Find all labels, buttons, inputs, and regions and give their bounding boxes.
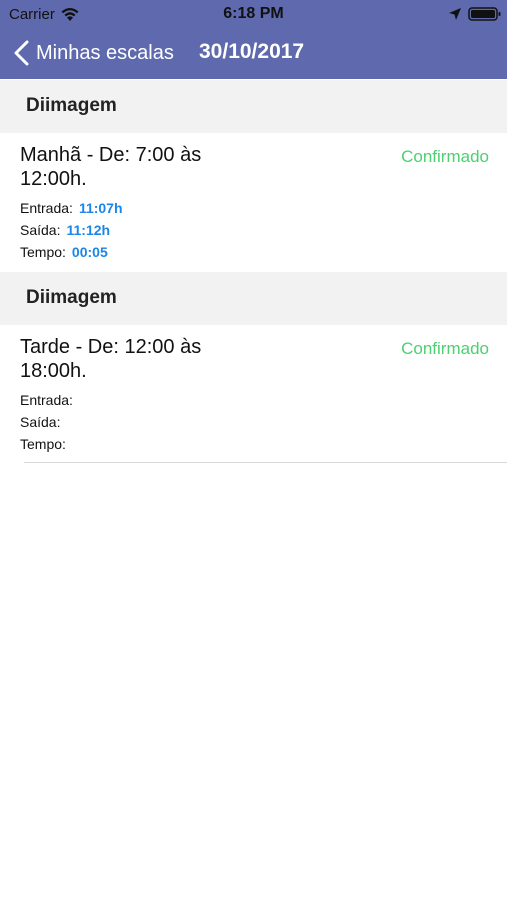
- chevron-left-icon[interactable]: [12, 40, 32, 66]
- saida-label: Saída:: [20, 222, 61, 238]
- status-bar: Carrier 6:18 PM: [0, 0, 507, 28]
- status-badge: Confirmado: [401, 339, 489, 358]
- saida-row: Saída:: [20, 414, 66, 430]
- section-header: Diimagem: [0, 80, 507, 133]
- shift-list-item[interactable]: Tarde - De: 12:00 às 18:00h. Confirmado …: [0, 325, 507, 462]
- back-label[interactable]: Minhas escalas: [36, 42, 174, 65]
- navigation-bar: Minhas escalas 30/10/2017: [0, 28, 507, 79]
- tempo-label: Tempo:: [20, 436, 66, 452]
- entrada-label: Entrada:: [20, 392, 73, 408]
- back-button[interactable]: Minhas escalas: [12, 38, 174, 68]
- saida-row: Saída: 11:12h: [20, 222, 110, 238]
- location-arrow-icon: [449, 8, 461, 20]
- entrada-row: Entrada: 11:07h: [20, 200, 123, 216]
- tempo-value: 00:05: [71, 244, 108, 260]
- shift-title: Manhã - De: 7:00 às 12:00h.: [20, 144, 202, 190]
- top-bar: Carrier 6:18 PM Minhas escalas 30/10/201…: [0, 0, 507, 79]
- status-badge: Confirmado: [401, 147, 489, 166]
- shift-list-item[interactable]: Manhã - De: 7:00 às 12:00h. Confirmado E…: [0, 133, 507, 271]
- tempo-label: Tempo:: [20, 244, 66, 260]
- tempo-row: Tempo: 00:05: [20, 244, 108, 260]
- divider: [24, 462, 507, 463]
- section-header: Diimagem: [0, 272, 507, 325]
- tempo-row: Tempo:: [20, 436, 72, 452]
- section-title: Diimagem: [26, 287, 117, 308]
- battery-icon: [468, 7, 501, 21]
- entrada-label: Entrada:: [20, 200, 73, 216]
- saida-label: Saída:: [20, 414, 61, 430]
- shift-title: Tarde - De: 12:00 às 18:00h.: [20, 336, 202, 382]
- saida-value: 11:12h: [66, 222, 111, 238]
- section-title: Diimagem: [26, 95, 117, 116]
- entrada-value: 11:07h: [78, 200, 123, 216]
- page-title: 30/10/2017: [199, 40, 305, 63]
- status-time: 6:18 PM: [223, 5, 284, 22]
- entrada-row: Entrada:: [20, 392, 79, 408]
